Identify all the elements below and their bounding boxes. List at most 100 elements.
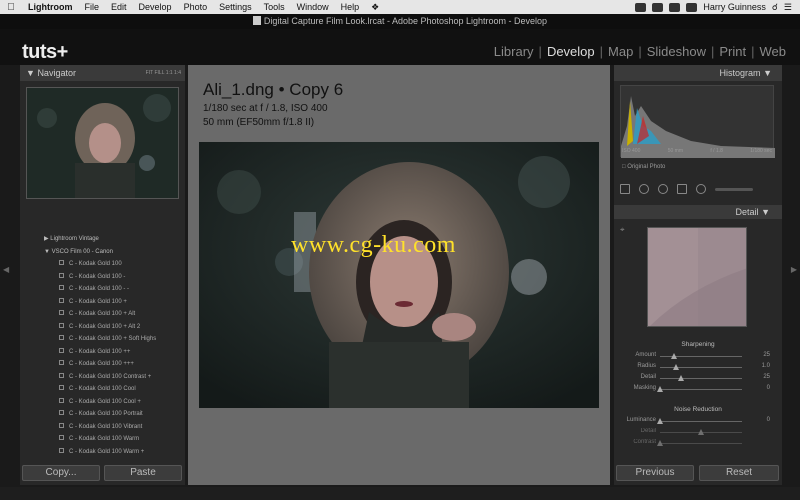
red-eye-icon[interactable] (658, 184, 668, 194)
user-name[interactable]: Harry Guinness (703, 2, 766, 12)
list-item[interactable]: C - Kodak Gold 100 Contrast + (20, 371, 185, 384)
preset-icon (59, 397, 64, 403)
collapse-icon[interactable]: ▼ (763, 68, 772, 78)
aperture-value: f / 1.8 (710, 148, 723, 154)
right-panel-toggle-icon[interactable]: ▶ (791, 265, 797, 274)
histogram-header[interactable]: Histogram ▼ (614, 65, 782, 81)
collapse-icon[interactable]: ▼ (26, 68, 35, 78)
list-item[interactable]: C - Kodak Gold 100 Vibrant (20, 421, 185, 434)
noise-reduction-title: Noise Reduction (674, 406, 722, 413)
slider-detail[interactable]: Detail 25 (614, 374, 782, 384)
previous-button[interactable]: Previous (616, 465, 694, 481)
zoom-1-1[interactable]: 1:1 (166, 70, 173, 76)
dropbox-icon[interactable]: ❖ (365, 2, 385, 13)
menu-bar-tray: Harry Guinness ☌ ☰ (635, 2, 800, 13)
adjustment-brush-icon[interactable] (715, 187, 753, 191)
detail-preview[interactable] (647, 227, 747, 327)
list-item[interactable]: C - Kodak Gold 100 +++ (20, 358, 185, 371)
slider-noise-contrast[interactable]: Contrast (614, 439, 782, 449)
list-item[interactable]: C - Kodak Gold 100 + Alt 2 (20, 321, 185, 334)
module-library[interactable]: Library (494, 44, 534, 59)
preset-icon (59, 410, 64, 415)
menu-item-window[interactable]: Window (291, 2, 335, 12)
menu-item-tools[interactable]: Tools (258, 2, 291, 12)
menu-item-file[interactable]: File (79, 2, 106, 12)
histogram[interactable] (620, 85, 775, 158)
search-icon[interactable]: ☌ (772, 2, 778, 13)
filmstrip-toggle[interactable] (0, 487, 800, 500)
list-item[interactable]: C - Kodak Gold 100 - - (20, 283, 185, 296)
list-item[interactable]: C - Kodak Gold 100 + Alt (20, 308, 185, 321)
list-item[interactable]: C - Kodak Gold 100 ++ (20, 346, 185, 359)
preset-icon (59, 335, 64, 340)
menu-item-lightroom[interactable]: Lightroom (22, 2, 79, 12)
menu-item-develop[interactable]: Develop (133, 2, 178, 12)
apple-icon[interactable]:  (0, 2, 22, 13)
graduated-filter-icon[interactable] (677, 184, 687, 194)
slider-thumb[interactable] (698, 429, 704, 435)
main-photo[interactable] (199, 142, 599, 408)
preset-icon (59, 372, 64, 378)
slider-amount[interactable]: Amount 25 (614, 352, 782, 362)
menu-bar:  Lightroom File Edit Develop Photo Sett… (0, 0, 800, 14)
left-panel-toggle-icon[interactable]: ◀ (3, 265, 9, 274)
list-icon[interactable]: ☰ (784, 2, 792, 13)
module-print[interactable]: Print (719, 44, 746, 59)
list-item[interactable]: C - Kodak Gold 100 + Soft Highs (20, 333, 185, 346)
target-icon[interactable]: ⌖ (620, 225, 625, 235)
list-item[interactable]: C - Kodak Gold 100 Warm (20, 433, 185, 446)
battery-icon[interactable] (669, 2, 681, 12)
slider-thumb[interactable] (677, 375, 684, 381)
histogram-metadata: ISO 400 50 mm f / 1.8 1/180 sec (622, 148, 772, 154)
slider-thumb[interactable] (657, 386, 663, 392)
tray-icon[interactable] (635, 2, 647, 12)
reset-button[interactable]: Reset (699, 465, 779, 481)
copy-button[interactable]: Copy... (22, 465, 100, 481)
navigator-header[interactable]: ▼ Navigator FIT FILL 1:1 1:4 (20, 65, 185, 81)
menu-item-photo[interactable]: Photo (178, 2, 214, 12)
focal-value: 50 mm (667, 148, 684, 154)
module-map[interactable]: Map (608, 44, 633, 59)
slider-luminance[interactable]: Luminance 0 (614, 417, 782, 427)
collapse-icon[interactable]: ▼ (761, 207, 770, 217)
preset-icon (59, 360, 64, 365)
list-item[interactable]: C - Kodak Gold 100 Warm + (20, 446, 185, 459)
menu-item-edit[interactable]: Edit (105, 2, 133, 12)
slider-noise-detail[interactable]: Detail (614, 428, 782, 438)
zoom-1-4[interactable]: 1:4 (174, 70, 181, 76)
slider-thumb[interactable] (673, 364, 680, 370)
zoom-fit[interactable]: FIT (146, 70, 153, 76)
menu-item-settings[interactable]: Settings (213, 2, 258, 12)
module-slideshow[interactable]: Slideshow (647, 44, 706, 59)
list-item[interactable]: C - Kodak Gold 100 Portrait (20, 408, 185, 421)
shutter-value: 1/180 sec (750, 148, 772, 154)
slider-thumb[interactable] (657, 418, 663, 424)
detail-header[interactable]: Detail ▼ (614, 205, 782, 219)
window-title: Digital Capture Film Look.lrcat - Adobe … (263, 16, 548, 26)
list-item[interactable]: C - Kodak Gold 100 - (20, 271, 185, 284)
spot-removal-icon[interactable] (639, 184, 649, 194)
list-item[interactable]: C - Kodak Gold 100 Cool + (20, 396, 185, 409)
original-photo-label: □ Original Photo (622, 164, 666, 170)
module-web[interactable]: Web (760, 44, 787, 59)
crop-icon[interactable] (620, 184, 630, 194)
slider-thumb[interactable] (657, 440, 663, 446)
list-item[interactable]: C - Kodak Gold 100 + (20, 296, 185, 309)
preset-folder-prev[interactable]: ▶ Lightroom Vintage (20, 233, 185, 246)
preset-folder-vsco[interactable]: ▼ VSCO Film 00 - Canon (20, 246, 185, 259)
radial-filter-icon[interactable] (696, 184, 706, 194)
zoom-fill[interactable]: FILL (154, 70, 164, 76)
list-item[interactable]: C - Kodak Gold 100 (20, 258, 185, 271)
wifi-icon[interactable] (652, 2, 664, 12)
list-item[interactable]: C - Kodak Gold 100 Cool (20, 383, 185, 396)
image-canvas[interactable]: Ali_1.dng • Copy 6 1/180 sec at f / 1.8,… (188, 65, 610, 485)
menu-item-help[interactable]: Help (335, 2, 366, 12)
slider-thumb[interactable] (670, 353, 677, 359)
navigator-preview[interactable] (26, 87, 179, 199)
clock-icon[interactable] (686, 2, 698, 12)
slider-masking[interactable]: Masking 0 (614, 385, 782, 395)
module-develop[interactable]: Develop (547, 44, 595, 59)
paste-button[interactable]: Paste (104, 465, 182, 481)
slider-radius[interactable]: Radius 1.0 (614, 363, 782, 373)
photo-exposure: 1/180 sec at f / 1.8, ISO 400 (203, 103, 328, 114)
